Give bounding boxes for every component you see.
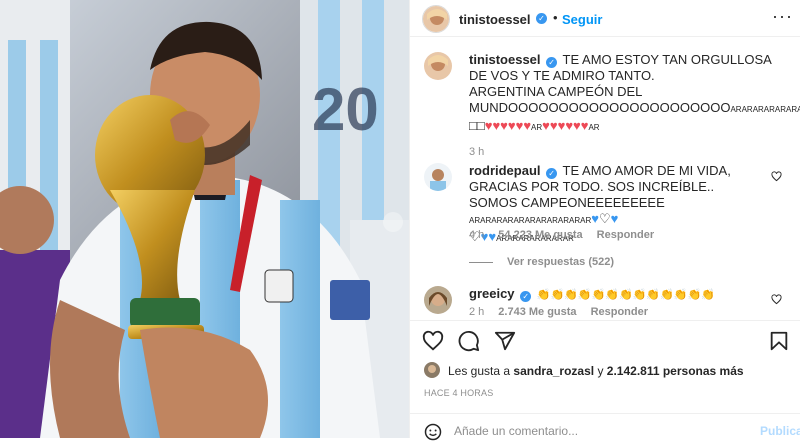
likes-prefix: Les gusta a [448,364,511,378]
post-side-panel: tinistoessel ✓ • Seguir ··· tinistoessel… [409,0,800,441]
avatar-image [424,52,452,80]
blue-heart: ♥ [591,211,599,226]
view-replies-button[interactable]: Ver respuestas (522) [469,256,614,268]
caption-time[interactable]: 3 h [469,146,484,158]
caption-ar-text: ARARARARARARAR [730,105,800,114]
author-avatar[interactable] [422,5,450,33]
avatar-image [424,163,452,191]
avatar-image [424,362,440,378]
emoji-icon[interactable] [424,423,442,441]
photo-illustration: 20 [0,0,409,438]
likes-mid: y [597,364,604,378]
add-comment-input[interactable] [454,424,724,438]
caption-username[interactable]: tinistoessel [469,52,541,67]
comment-likes[interactable]: 54.223 Me gusta [498,229,582,241]
commenter-avatar[interactable] [424,163,452,191]
reply-button[interactable]: Responder [597,229,654,241]
caption-line3: MUNDOOOOOOOOOOOOOOOOOOOOOO [469,100,731,115]
clap-emojis: 👏👏👏👏👏👏👏👏👏👏👏👏👏 [536,289,715,301]
caption-meta: 3 h [469,146,498,158]
blue-heart-2: ♥ [610,211,619,226]
avatar-image [423,6,449,32]
add-comment-bar: Publicar [410,413,800,441]
post-header: tinistoessel ✓ • Seguir ··· [410,0,800,37]
likes-text: Les gusta a sandra_rozasl y 2.142.811 pe… [448,364,744,378]
comment-ar-text: ARARARARARARARARARARAR [469,216,592,225]
more-icon[interactable]: ··· [772,6,793,27]
share-icon[interactable] [494,330,516,352]
comment-text: greeicy ✓ 👏👏👏👏👏👏👏👏👏👏👏👏👏 [469,286,784,303]
comment-line2: SOMOS CAMPEONEEEEEEEEE [469,195,665,210]
author-username[interactable]: tinistoessel [459,12,531,27]
separator-dot: • [553,10,558,25]
heart-emojis-2: ♥♥♥♥♥♥ [542,118,589,133]
carousel-indicator[interactable] [383,212,403,232]
reply-button[interactable]: Responder [591,306,648,318]
liker-avatar[interactable] [424,362,440,378]
comment-likes[interactable]: 2.743 Me gusta [498,306,576,318]
comment-time[interactable]: 2 h [469,306,484,318]
comment-meta: 4 h 54.223 Me gusta Responder [469,229,668,241]
liker-username[interactable]: sandra_rozasl [513,364,594,378]
like-comment-heart-icon[interactable] [771,294,782,305]
like-comment-heart-icon[interactable] [771,171,782,182]
heart-emojis: ♥♥♥♥♥♥ [484,118,532,133]
caption-text: tinistoessel ✓ TE AMO ESTOY TAN ORGULLOS… [469,52,800,136]
caption-line2: ARGENTINA CAMPEÓN DEL [469,84,643,99]
caption-avatar[interactable] [424,52,452,80]
flag-text: AR [531,123,543,132]
flag-text-2: AR [588,123,600,132]
likes-count[interactable]: 2.142.811 personas más [607,364,744,378]
commenter-avatar[interactable] [424,286,452,314]
post-timestamp[interactable]: HACE 4 HORAS [424,388,493,398]
comment-username[interactable]: rodridepaul [469,163,541,178]
comment-time[interactable]: 4 h [469,229,484,241]
action-bar [410,320,800,356]
white-heart: ♡ [598,211,611,226]
publish-button[interactable]: Publicar [760,424,800,438]
comment-icon[interactable] [458,330,480,352]
post-photo[interactable]: 20 [0,0,409,438]
comment-username[interactable]: greeicy [469,286,515,301]
comment-meta: 2 h 2.743 Me gusta Responder [469,306,662,318]
verified-badge-icon: ✓ [546,57,558,68]
verified-badge-icon: ✓ [536,13,547,24]
like-heart-icon[interactable] [422,330,444,352]
follow-button[interactable]: Seguir [562,12,602,27]
save-bookmark-icon[interactable] [768,330,790,352]
avatar-image [424,286,452,314]
instagram-post: 20 tinistoessel ✓ • Seguir ··· tinistoes… [0,0,800,441]
comments-list[interactable]: tinistoessel ✓ TE AMO ESTOY TAN ORGULLOS… [410,38,800,320]
caption-boxes-2: □□ [469,118,485,133]
svg-text:20: 20 [312,76,379,143]
verified-badge-icon: ✓ [520,291,532,302]
verified-badge-icon: ✓ [546,168,558,179]
